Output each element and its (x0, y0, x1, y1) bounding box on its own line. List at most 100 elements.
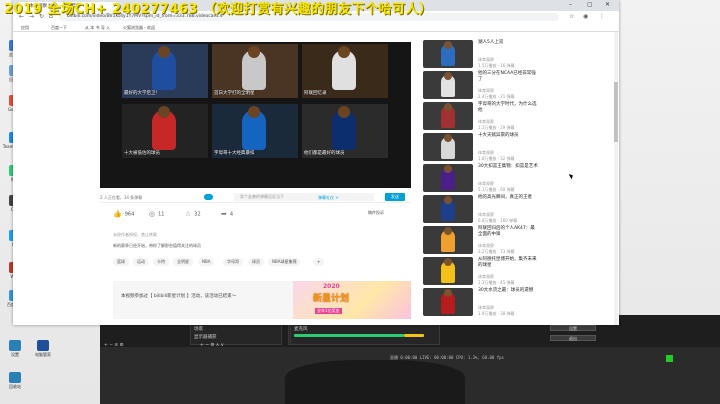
bookmark-apps[interactable]: 应用 (21, 25, 29, 31)
viewer-count: 2 人正在看，34 条弹幕 (100, 195, 143, 200)
thumbnail-caption: 十大被低估的球员 (124, 151, 160, 156)
player-head (444, 227, 452, 235)
player-head (338, 46, 350, 58)
recommended-stats: 1.5万播放 · 16 弹幕 (478, 63, 515, 68)
recommended-title: 字母哥的大学时代，为什么选他 (478, 102, 537, 113)
recommended-item[interactable]: 湖人5人上双 体育观察 1.5万播放 · 16 弹幕 (423, 40, 619, 70)
recommended-stats: 2.3万播放 · 45 弹幕 (478, 280, 515, 285)
favorite-button[interactable]: ☆ 32 (185, 210, 201, 218)
desktop-icon[interactable]: 回收站 (4, 372, 26, 390)
recommended-title: 阿联回归后的个人AK47：最全面的中锋 (478, 226, 535, 237)
recommended-item[interactable]: 十大天赋异禀的球员 体育观察 1.8万播放 · 32 弹幕 (423, 133, 619, 163)
obs-add-button[interactable]: + − ≡ ⚙ (104, 343, 124, 348)
bookmark-firefox[interactable]: 火狐浏览器 - 欢迎 (123, 25, 155, 31)
thumbnail-caption: 首日大学打的全明星 (214, 91, 255, 96)
tag-chip[interactable]: NBA (198, 258, 215, 266)
thumbs-up-icon: 👍 (113, 210, 122, 218)
obs-add-source-button[interactable]: + − ⚙ ∧ ∨ (200, 343, 224, 348)
tag-chip[interactable]: 篮球 (113, 258, 129, 266)
obs-exit-button[interactable]: 退出 (550, 335, 596, 341)
desktop-icon-label: 回收站 (9, 384, 21, 389)
video-thumbnail[interactable]: 首日大学打的全明星 (212, 44, 298, 98)
obs-scene-2[interactable]: 显示器捕获 (194, 334, 217, 340)
obs-settings-button[interactable]: 设置 (550, 325, 596, 331)
obs-mixer-label: 麦克风 (294, 327, 308, 332)
obs-scene-1[interactable]: 场景 (194, 326, 203, 332)
danmaku-bar: 2 人正在看，34 条弹幕 发个友善的弹幕见证当下 弹幕礼仪 > 发送 (100, 193, 411, 203)
recommended-stats: 2.4万播放 · 31 弹幕 (478, 94, 515, 99)
banner-art: 2020 新星计划 全年1亿奖金 (293, 281, 411, 319)
mixer-level (294, 334, 404, 337)
recommended-item[interactable]: 阿联回归后的个人AK47：最全面的中锋 体育观察 3.2万播放 · 73 弹幕 (423, 226, 619, 256)
danmaku-etiquette-link[interactable]: 弹幕礼仪 > (318, 195, 339, 201)
recommended-item[interactable]: 他的高光瞬间，真正的王者 体育观察 6.8万播放 · 160 弹幕 (423, 195, 619, 225)
recommended-item[interactable]: 他的三分在NCAA已经非常强了 体育观察 2.4万播放 · 31 弹幕 (423, 71, 619, 101)
tag-chip[interactable]: 运动 (133, 258, 149, 266)
recommended-list: 湖人5人上双 体育观察 1.5万播放 · 16 弹幕 他的三分在NCAA已经非常强了体… (423, 40, 619, 325)
app-icon (9, 340, 21, 351)
video-thumbnail[interactable]: 字母哥十大经典暴扣 (212, 104, 298, 158)
recommended-item[interactable]: 30大扣篮王集锦：扣篮是艺术 体育观察 5.1万播放 · 60 弹幕 (423, 164, 619, 194)
player-head (158, 46, 170, 58)
share-count: 4 (229, 211, 234, 218)
tag-chip[interactable]: NBA球星集锦 (268, 258, 301, 266)
obs-status-bar: 直播 0:00:00 LIVE: 00:00:00 CPU: 1.3%, 60.… (390, 355, 504, 360)
coin-icon: ◎ (149, 210, 156, 218)
video-thumbnail[interactable]: 最好的大学后卫！ (122, 44, 208, 98)
video-thumbnail[interactable]: 阿联回忆录 (302, 44, 388, 98)
like-count: 964 (124, 211, 135, 218)
star-icon[interactable]: ☆ (569, 13, 574, 20)
player-head (248, 106, 260, 118)
danmaku-input[interactable]: 发个友善的弹幕见证当下 (234, 193, 374, 201)
video-player[interactable]: 最好的大学后卫！ 首日大学打的全明星 阿联回忆录十大被低估的球员 字母哥十大经典暴扣 他… (100, 42, 411, 188)
bookmark-import[interactable]: 从 本 书 导 入 (85, 25, 110, 31)
account-icon[interactable]: ◉ (583, 13, 588, 20)
video-thumbnail[interactable]: 十大被低估的球员 (122, 104, 208, 158)
thumbnail-caption: 他们都是最好的球员 (304, 151, 345, 156)
banner-title: 新星计划 (313, 294, 350, 304)
tag-chip[interactable]: 卡特 (153, 258, 169, 266)
banner-text: 本视频参加过【 bilibili新星计划 】活动，该活动已结束～ (121, 294, 237, 299)
recommended-item[interactable]: 从阿德托昆博开始，集齐未来的球星 体育观察 2.3万播放 · 45 弹幕 (423, 257, 619, 287)
recommended-item[interactable]: 30大水货之最：球员的遗憾 体育观察 1.9万播放 · 38 弹幕 (423, 288, 619, 318)
coin-button[interactable]: ◎ 11 (149, 210, 164, 218)
thumbnail-caption: 阿联回忆录 (304, 91, 327, 96)
page-scrollbar[interactable] (614, 32, 618, 325)
player-head (248, 46, 260, 58)
share-icon: ➦ (221, 210, 227, 218)
minimize-icon[interactable]: – (569, 1, 572, 8)
report-link[interactable]: 稿件投诉 (368, 210, 384, 216)
desktop-icon[interactable]: 设置 (4, 340, 26, 358)
like-button[interactable]: 👍 964 (113, 210, 134, 218)
bookmarks-bar: 应用 百度一下 从 本 书 导 入 火狐浏览器 - 欢迎 (13, 23, 619, 32)
recommended-title: 30大扣篮王集锦：扣篮是艺术 (478, 164, 538, 169)
banner-year: 2020 (323, 283, 340, 290)
recommended-thumbnail (423, 40, 473, 68)
browser-window: 体育观察 NBA - 哔哩哔哩 – ▢ ✕ ← → ↻ ⌂ bilibili.c… (13, 0, 619, 325)
player-head (444, 72, 452, 80)
tag-chip[interactable]: 全明星 (173, 258, 193, 266)
danmaku-toggle[interactable] (204, 194, 213, 200)
stream-overlay-text: 2019 全场CH+ 240277463 （欢迎打赏有兴趣的朋友下个哈可人） (4, 2, 433, 17)
danmaku-send-button[interactable]: 发送 (385, 193, 405, 201)
recommended-thumbnail (423, 133, 473, 161)
desktop-icon[interactable]: 电脑管家 (32, 340, 54, 358)
event-banner[interactable]: 本视频参加过【 bilibili新星计划 】活动，该活动已结束～ 2020 新星… (113, 281, 411, 319)
tag-chip[interactable]: 球员 (248, 258, 264, 266)
player-head (444, 165, 452, 173)
add-tag-button[interactable]: + (313, 258, 325, 266)
recommended-thumbnail (423, 71, 473, 99)
close-icon[interactable]: ✕ (605, 1, 610, 8)
obs-preview-silhouette (285, 360, 465, 404)
recommended-stats: 1.1万播放 · 29 弹幕 (478, 125, 515, 130)
bookmark-baidu[interactable]: 百度一下 (51, 25, 67, 31)
recommended-title: 他的高光瞬间，真正的王者 (478, 195, 532, 200)
maximize-icon[interactable]: ▢ (587, 1, 593, 8)
recommended-item[interactable]: 字母哥的大学时代，为什么选他 体育观察 1.1万播放 · 29 弹幕 (423, 102, 619, 132)
recommended-stats: 1.9万播放 · 38 弹幕 (478, 311, 515, 316)
video-thumbnail[interactable]: 他们都是最好的球员 (302, 104, 388, 158)
share-button[interactable]: ➦ 4 (221, 210, 233, 218)
scrollbar-thumb[interactable] (614, 82, 618, 142)
tag-chip[interactable]: 字母哥 (223, 258, 243, 266)
menu-icon[interactable]: ⋮ (599, 13, 605, 20)
